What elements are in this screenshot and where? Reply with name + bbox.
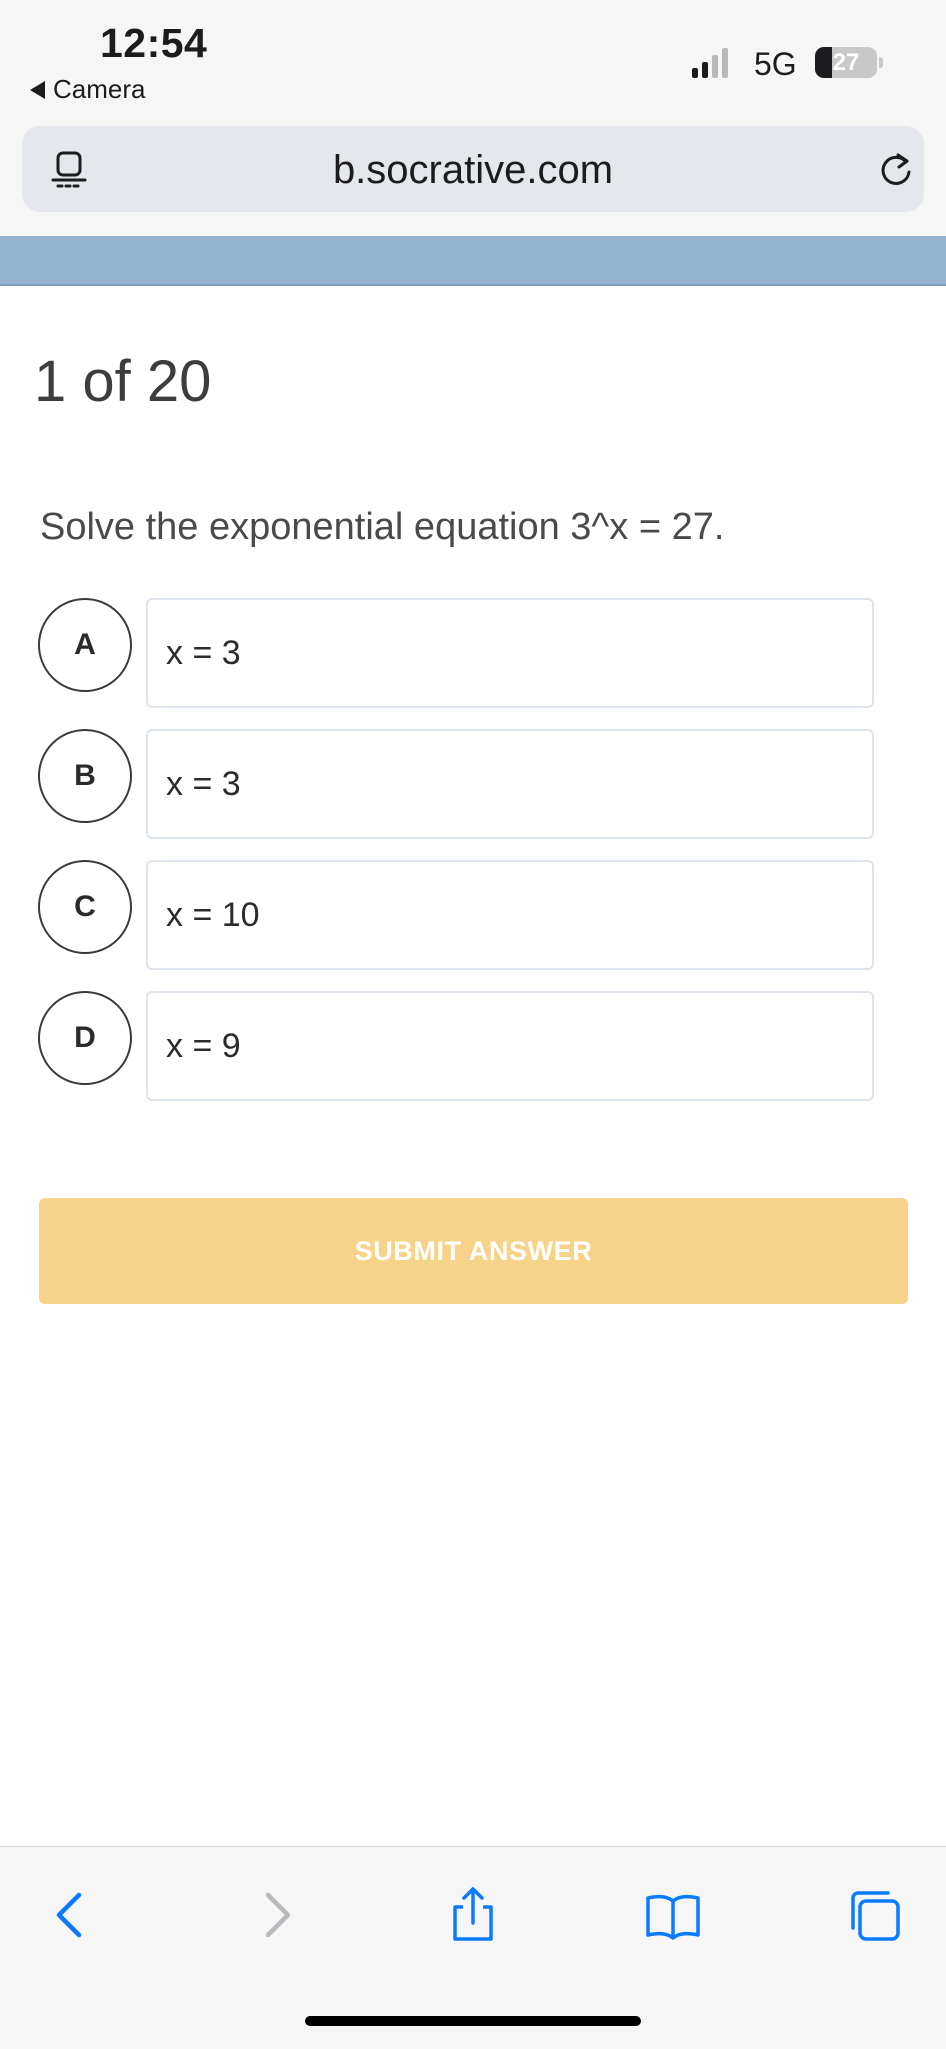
battery-percent: 27 bbox=[832, 49, 860, 76]
answer-text: x = 3 bbox=[166, 634, 241, 672]
answer-option-b[interactable]: B x = 3 bbox=[38, 729, 874, 841]
answer-letter[interactable]: B bbox=[38, 729, 132, 823]
submit-answer-button[interactable]: SUBMIT ANSWER bbox=[39, 1198, 908, 1304]
answer-letter[interactable]: C bbox=[38, 860, 132, 954]
answer-option-d[interactable]: D x = 9 bbox=[38, 991, 874, 1103]
answer-text: x = 10 bbox=[166, 896, 260, 934]
url-field[interactable]: b.socrative.com bbox=[22, 126, 924, 212]
home-indicator bbox=[305, 2016, 641, 2026]
bookmarks-icon[interactable] bbox=[643, 1885, 703, 1945]
status-bar: 12:54 Camera 5G 27 bbox=[0, 0, 946, 118]
forward-icon bbox=[245, 1885, 305, 1945]
tabs-icon[interactable] bbox=[843, 1885, 903, 1945]
page-header-bar bbox=[0, 236, 946, 286]
answer-box[interactable]: x = 10 bbox=[146, 860, 874, 970]
reload-icon[interactable] bbox=[876, 150, 916, 190]
network-type: 5G bbox=[754, 46, 797, 82]
signal-bar bbox=[702, 62, 708, 78]
answer-box[interactable]: x = 3 bbox=[146, 729, 874, 839]
signal-bar bbox=[722, 48, 728, 78]
back-app-label: Camera bbox=[53, 74, 146, 104]
answer-text: x = 9 bbox=[166, 1027, 241, 1065]
signal-strength-icon bbox=[692, 48, 728, 78]
back-triangle-icon bbox=[30, 80, 45, 99]
answer-box[interactable]: x = 9 bbox=[146, 991, 874, 1101]
answer-text: x = 3 bbox=[166, 765, 241, 803]
answer-letter[interactable]: A bbox=[38, 598, 132, 692]
battery-cap bbox=[879, 57, 883, 68]
answer-box[interactable]: x = 3 bbox=[146, 598, 874, 708]
back-to-app-button[interactable]: Camera bbox=[30, 74, 145, 105]
status-time: 12:54 bbox=[100, 20, 208, 66]
battery-icon: 27 bbox=[815, 47, 877, 78]
answer-option-a[interactable]: A x = 3 bbox=[38, 598, 874, 710]
back-icon[interactable] bbox=[42, 1885, 102, 1945]
answer-letter[interactable]: D bbox=[38, 991, 132, 1085]
url-text[interactable]: b.socrative.com bbox=[22, 148, 924, 193]
question-progress: 1 of 20 bbox=[34, 349, 212, 414]
question-text: Solve the exponential equation 3^x = 27. bbox=[40, 506, 725, 548]
signal-bar bbox=[692, 68, 698, 78]
share-icon[interactable] bbox=[443, 1885, 503, 1945]
signal-bar bbox=[712, 55, 718, 78]
answer-option-c[interactable]: C x = 10 bbox=[38, 860, 874, 972]
browser-address-bar: b.socrative.com bbox=[0, 118, 946, 236]
